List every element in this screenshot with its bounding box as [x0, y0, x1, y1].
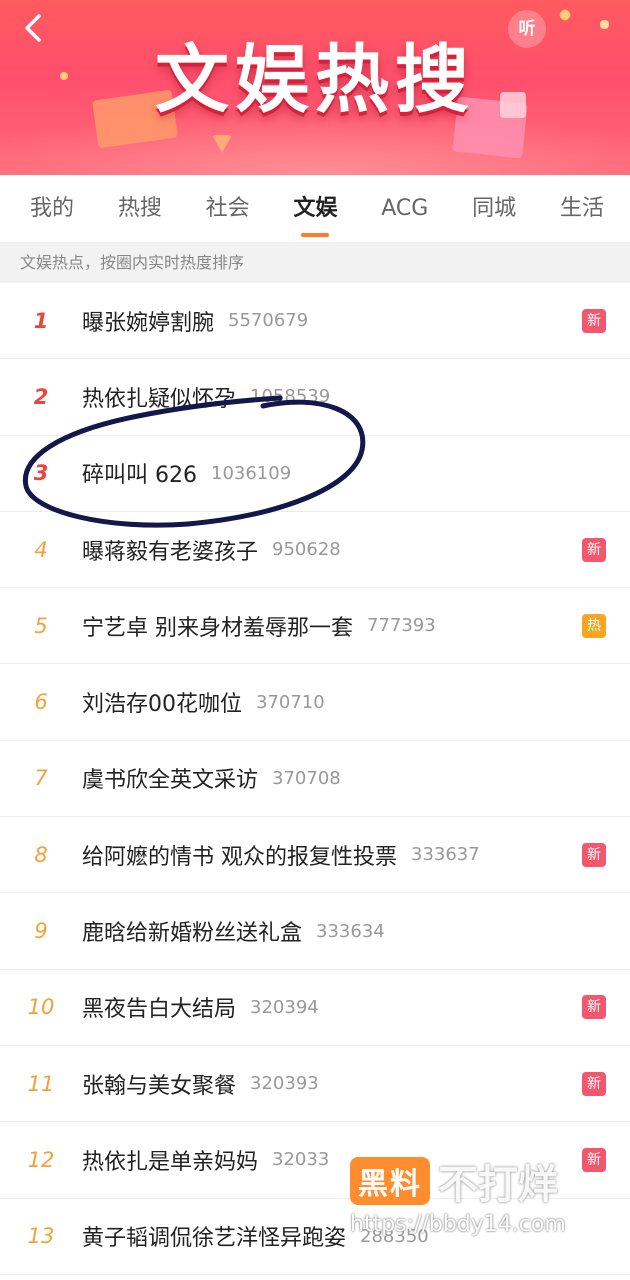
- list-item[interactable]: 6 刘浩存00花咖位 370710: [0, 664, 630, 741]
- heat-count: 333637: [411, 844, 480, 866]
- heat-count: 777393: [367, 615, 436, 637]
- list-item[interactable]: 7 虞书欣全英文采访 370708: [0, 741, 630, 818]
- watermark-text: 不打烊: [438, 1162, 558, 1208]
- watermark: 黑料 不打烊: [350, 1155, 558, 1208]
- list-item[interactable]: 2 热依扎疑似怀孕 1058539: [0, 359, 630, 436]
- list-item[interactable]: 11 张翰与美女聚餐 320393 新: [0, 1046, 630, 1123]
- list-item[interactable]: 10 黑夜告白大结局 320394 新: [0, 970, 630, 1046]
- watermark-logo: 黑料: [350, 1157, 430, 1205]
- topic-title[interactable]: 热依扎疑似怀孕: [82, 381, 236, 413]
- tab-acg[interactable]: ACG: [381, 175, 428, 243]
- topic-title[interactable]: 碎叫叫 626: [82, 457, 197, 489]
- rank-number: 5: [34, 613, 48, 638]
- new-badge: 新: [582, 1147, 606, 1172]
- topic-title[interactable]: 鹿晗给新婚粉丝送礼盒: [82, 915, 302, 947]
- topic-title[interactable]: 虞书欣全英文采访: [82, 762, 258, 794]
- topic-title[interactable]: 宁艺卓 别来身材羞辱那一套: [82, 610, 353, 642]
- rank-number: 11: [27, 1071, 55, 1096]
- topic-title[interactable]: 给阿嬷的情书 观众的报复性投票: [82, 839, 397, 871]
- list-item[interactable]: 4 曝蒋毅有老婆孩子 950628 新: [0, 512, 630, 589]
- list-item[interactable]: 1 曝张婉婷割腕 5570679 新: [0, 283, 630, 360]
- rank-number: 7: [34, 766, 48, 791]
- rank-number: 8: [34, 842, 48, 867]
- topic-title[interactable]: 刘浩存00花咖位: [82, 686, 242, 718]
- list-description: 文娱热点，按圈内实时热度排序: [0, 243, 630, 283]
- category-tabs: 我的 热搜 社会 文娱 ACG 同城 生活: [0, 175, 630, 243]
- heat-count: 1036109: [211, 462, 292, 484]
- heat-count: 370710: [256, 691, 325, 713]
- heat-count: 320393: [250, 1073, 319, 1095]
- rank-number: 13: [27, 1224, 55, 1249]
- tab-entertainment[interactable]: 文娱: [293, 175, 337, 243]
- heat-count: 32033: [272, 1149, 330, 1171]
- heat-count: 320394: [250, 996, 319, 1018]
- rank-number: 4: [34, 537, 48, 562]
- rank-number: 2: [33, 384, 49, 409]
- heat-count: 333634: [316, 920, 385, 942]
- tab-society[interactable]: 社会: [206, 175, 250, 243]
- new-badge: 新: [582, 1071, 606, 1096]
- hot-search-list: 1 曝张婉婷割腕 5570679 新 2 热依扎疑似怀孕 1058539 3 碎叫叫 626 10…: [0, 283, 630, 1275]
- new-badge: 新: [582, 995, 606, 1020]
- rank-number: 9: [34, 919, 48, 944]
- tab-local[interactable]: 同城: [472, 175, 516, 243]
- topic-title[interactable]: 黑夜告白大结局: [82, 991, 236, 1023]
- topic-title[interactable]: 曝张婉婷割腕: [82, 305, 214, 337]
- headphones-icon: 听: [518, 19, 536, 39]
- rank-number: 12: [27, 1147, 55, 1172]
- hot-badge: 热: [582, 613, 606, 638]
- heat-count: 5570679: [228, 310, 309, 332]
- watermark-url: https://bbdy14.com: [350, 1212, 566, 1237]
- new-badge: 新: [582, 842, 606, 867]
- new-badge: 新: [582, 308, 606, 333]
- heat-count: 1058539: [250, 386, 331, 408]
- tab-life[interactable]: 生活: [560, 175, 604, 243]
- list-item[interactable]: 9 鹿晗给新婚粉丝送礼盒 333634: [0, 893, 630, 970]
- listen-button[interactable]: 听: [508, 10, 546, 48]
- list-item[interactable]: 8 给阿嬷的情书 观众的报复性投票 333637 新: [0, 817, 630, 894]
- tab-hot-search[interactable]: 热搜: [118, 175, 162, 243]
- rank-number: 3: [33, 461, 49, 486]
- topic-title[interactable]: 曝蒋毅有老婆孩子: [82, 534, 258, 566]
- tab-mine[interactable]: 我的: [30, 175, 74, 243]
- topic-title[interactable]: 黄子韬调侃徐艺洋怪异跑姿: [82, 1220, 346, 1252]
- rank-number: 6: [34, 690, 48, 715]
- topic-title[interactable]: 张翰与美女聚餐: [82, 1068, 236, 1100]
- heat-count: 370708: [272, 767, 341, 789]
- header-banner: 文娱热搜 听: [0, 0, 630, 175]
- list-item[interactable]: 3 碎叫叫 626 1036109: [0, 436, 630, 512]
- topic-title[interactable]: 热依扎是单亲妈妈: [82, 1144, 258, 1176]
- heat-count: 950628: [272, 539, 341, 561]
- new-badge: 新: [582, 537, 606, 562]
- rank-number: 10: [27, 995, 55, 1020]
- back-icon[interactable]: [18, 12, 50, 44]
- list-item[interactable]: 5 宁艺卓 别来身材羞辱那一套 777393 热: [0, 588, 630, 665]
- rank-number: 1: [33, 308, 49, 333]
- triangle-decoration: [212, 135, 232, 153]
